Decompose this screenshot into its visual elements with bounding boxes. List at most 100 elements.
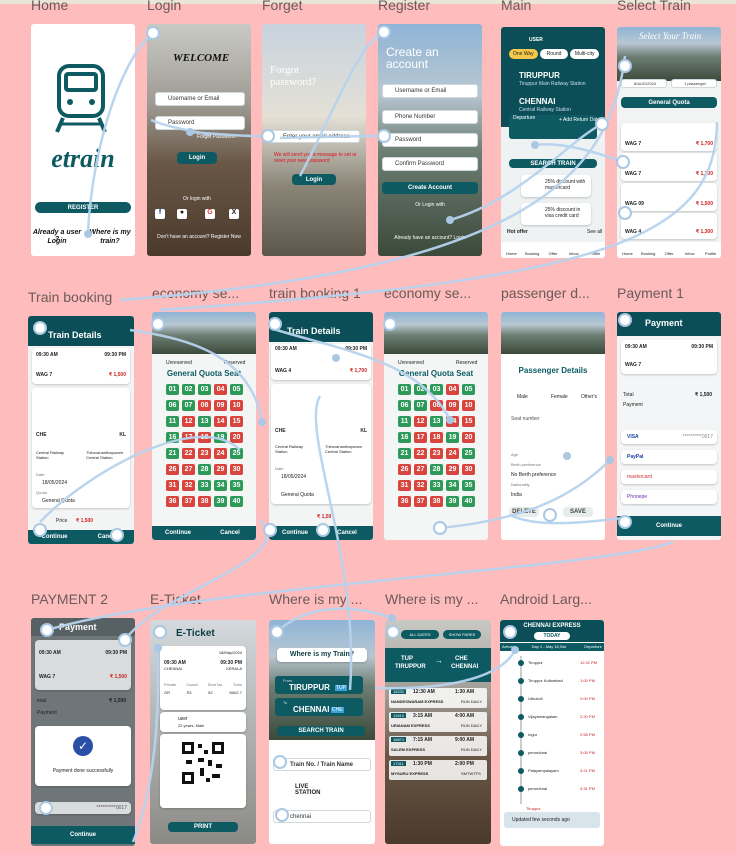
seat-10[interactable]: 10: [462, 400, 475, 411]
seat-14[interactable]: 14: [214, 416, 227, 427]
passenger-input[interactable]: 1 passenger: [671, 79, 717, 88]
train-row[interactable]: 16871 7:15 AM 9:00 AM SALEM EXPRESS RUN DAIL…: [389, 736, 487, 756]
seat-32[interactable]: 32: [414, 480, 427, 491]
seat-5[interactable]: 05: [462, 384, 475, 395]
seat-40[interactable]: 40: [230, 496, 243, 507]
seat-39[interactable]: 39: [214, 496, 227, 507]
seat-6[interactable]: 06: [166, 400, 179, 411]
cancel-button[interactable]: Cancel: [321, 526, 373, 540]
card-paypal[interactable]: PayPal: [621, 450, 717, 464]
continue-button[interactable]: Continue: [31, 826, 135, 844]
train-card-3[interactable]: WAG 09 ₹ 1,500: [621, 183, 717, 211]
seat-37[interactable]: 37: [182, 496, 195, 507]
quota-value[interactable]: General Quota: [42, 498, 75, 504]
login-button[interactable]: Login: [177, 152, 217, 164]
nav-offer[interactable]: Offer: [659, 242, 680, 258]
seat-7[interactable]: 07: [414, 400, 427, 411]
register-button[interactable]: REGISTER: [35, 202, 131, 213]
seat-25[interactable]: 25: [230, 448, 243, 459]
seat-10[interactable]: 10: [230, 400, 243, 411]
seat-23[interactable]: 23: [430, 448, 443, 459]
seat-34[interactable]: 34: [214, 480, 227, 491]
seat-31[interactable]: 31: [166, 480, 179, 491]
seat-36[interactable]: 36: [166, 496, 179, 507]
seat-20[interactable]: 20: [462, 432, 475, 443]
forget-password-link[interactable]: Forget Password?: [197, 134, 238, 140]
username-field[interactable]: Username or Email: [155, 92, 245, 106]
nav-home[interactable]: Home: [501, 242, 522, 258]
offer-card-1[interactable]: 25% discount with mastercard: [521, 175, 591, 197]
seat-16[interactable]: 16: [166, 432, 179, 443]
google-icon[interactable]: G: [205, 209, 215, 219]
seat-19[interactable]: 19: [446, 432, 459, 443]
nav-home[interactable]: Home: [617, 242, 638, 258]
reg-username-field[interactable]: Username or Email: [382, 84, 478, 98]
seat-14[interactable]: 14: [446, 416, 459, 427]
seat-27[interactable]: 27: [414, 464, 427, 475]
train-card-4[interactable]: WAG 4 ₹ 1,300: [621, 213, 717, 239]
seat-4[interactable]: 04: [446, 384, 459, 395]
seat-6[interactable]: 06: [398, 400, 411, 411]
card-phonepe[interactable]: Phonepe: [621, 490, 717, 504]
cancel-button[interactable]: Cancel: [204, 526, 256, 540]
seat-2[interactable]: 02: [182, 384, 195, 395]
to-city[interactable]: CHENNAI: [519, 97, 555, 106]
seat-9[interactable]: 09: [446, 400, 459, 411]
seat-35[interactable]: 35: [462, 480, 475, 491]
date-value[interactable]: 18/05/2024: [42, 480, 67, 486]
search-train-button[interactable]: SEARCH TRAIN: [277, 726, 365, 736]
save-button[interactable]: SAVE: [563, 507, 593, 517]
reg-password-field[interactable]: Password: [382, 133, 478, 147]
seat-29[interactable]: 29: [446, 464, 459, 475]
seat-13[interactable]: 13: [198, 416, 211, 427]
train-row[interactable]: 12610 3:15 AM 4:00 AM URIANAM EXPRESS RUN DA…: [389, 712, 487, 732]
train-name-input[interactable]: Train No. / Train Name: [273, 758, 371, 771]
card-visa[interactable]: VISA **********0017: [621, 430, 717, 444]
print-button[interactable]: PRINT: [168, 822, 238, 832]
tab-one-way[interactable]: One Way: [509, 49, 538, 59]
add-return-date[interactable]: + Add Return Date: [559, 117, 600, 123]
show-fares-filter[interactable]: SHOW FARES: [443, 630, 481, 639]
nav-inbox[interactable]: Inbox: [563, 242, 584, 258]
nav-inbox[interactable]: Inbox: [679, 242, 700, 258]
seat-17[interactable]: 17: [414, 432, 427, 443]
seat-21[interactable]: 21: [166, 448, 179, 459]
seat-12[interactable]: 12: [414, 416, 427, 427]
seat-21[interactable]: 21: [398, 448, 411, 459]
continue-button[interactable]: Continue: [152, 526, 204, 540]
seat-35[interactable]: 35: [230, 480, 243, 491]
seat-33[interactable]: 33: [430, 480, 443, 491]
seat-22[interactable]: 22: [414, 448, 427, 459]
quota-button[interactable]: General Quota: [621, 97, 717, 108]
password-field[interactable]: Password: [155, 116, 245, 130]
nationality-value[interactable]: India: [511, 492, 522, 498]
seat-18[interactable]: 18: [198, 432, 211, 443]
seat-18[interactable]: 18: [430, 432, 443, 443]
x-icon[interactable]: X: [229, 209, 239, 219]
seat-39[interactable]: 39: [446, 496, 459, 507]
seat-number-field[interactable]: Seat number: [511, 416, 540, 422]
seat-17[interactable]: 17: [182, 432, 195, 443]
seat-36[interactable]: 36: [398, 496, 411, 507]
seat-8[interactable]: 08: [198, 400, 211, 411]
seat-12[interactable]: 12: [182, 416, 195, 427]
seat-7[interactable]: 07: [182, 400, 195, 411]
gender-other[interactable]: Other's: [581, 394, 597, 400]
seat-2[interactable]: 02: [414, 384, 427, 395]
seat-8[interactable]: 08: [430, 400, 443, 411]
nav-booking[interactable]: Booking: [638, 242, 659, 258]
seat-38[interactable]: 38: [198, 496, 211, 507]
seat-22[interactable]: 22: [182, 448, 195, 459]
cancel-button[interactable]: Cancel: [81, 530, 134, 544]
continue-button[interactable]: Continue: [269, 526, 321, 540]
date-value[interactable]: 18/05/2024: [281, 474, 306, 480]
seat-29[interactable]: 29: [214, 464, 227, 475]
seat-38[interactable]: 38: [430, 496, 443, 507]
train-row[interactable]: 17311 1:30 PM 2:00 PM MYSURU EXPRESS SMTWTFS: [389, 760, 487, 780]
submit-button[interactable]: Login: [292, 174, 336, 185]
register-now-link[interactable]: Don't have an account? Register Now: [147, 234, 251, 240]
seat-26[interactable]: 26: [166, 464, 179, 475]
nav-booking[interactable]: Booking: [522, 242, 543, 258]
facebook-icon[interactable]: f: [155, 209, 165, 219]
all-dates-filter[interactable]: ALL DATES: [401, 630, 439, 639]
